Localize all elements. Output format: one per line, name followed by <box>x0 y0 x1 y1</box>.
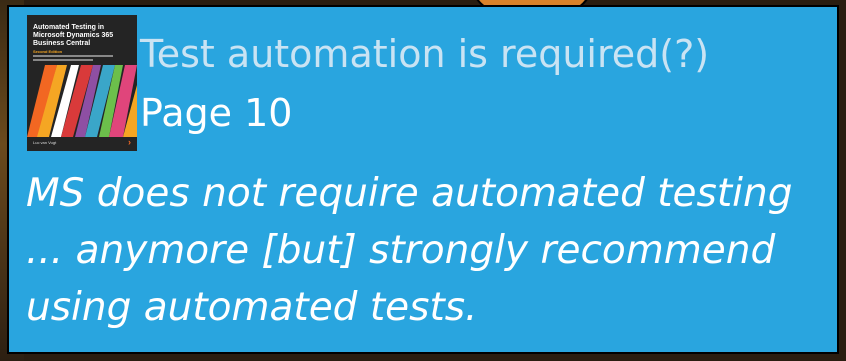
book-cover-image: Automated Testing in Microsoft Dynamics … <box>27 15 137 151</box>
slide-frame: Automated Testing in Microsoft Dynamics … <box>0 0 846 361</box>
quote-text: MS does not require automated testing ..… <box>26 171 793 330</box>
book-cover-art <box>27 65 137 137</box>
publisher-logo-icon: › <box>128 137 131 147</box>
book-cover-title: Automated Testing in Microsoft Dynamics … <box>33 24 114 47</box>
page-reference: Page 10 <box>140 91 293 135</box>
book-cover-edition: Second Edition <box>33 49 63 54</box>
slide-title: Test automation is required(?) <box>140 32 710 76</box>
book-cover-blurb <box>33 55 129 61</box>
book-cover-author: Luc van Vugt <box>33 140 57 145</box>
quote-panel: Automated Testing in Microsoft Dynamics … <box>7 5 839 354</box>
